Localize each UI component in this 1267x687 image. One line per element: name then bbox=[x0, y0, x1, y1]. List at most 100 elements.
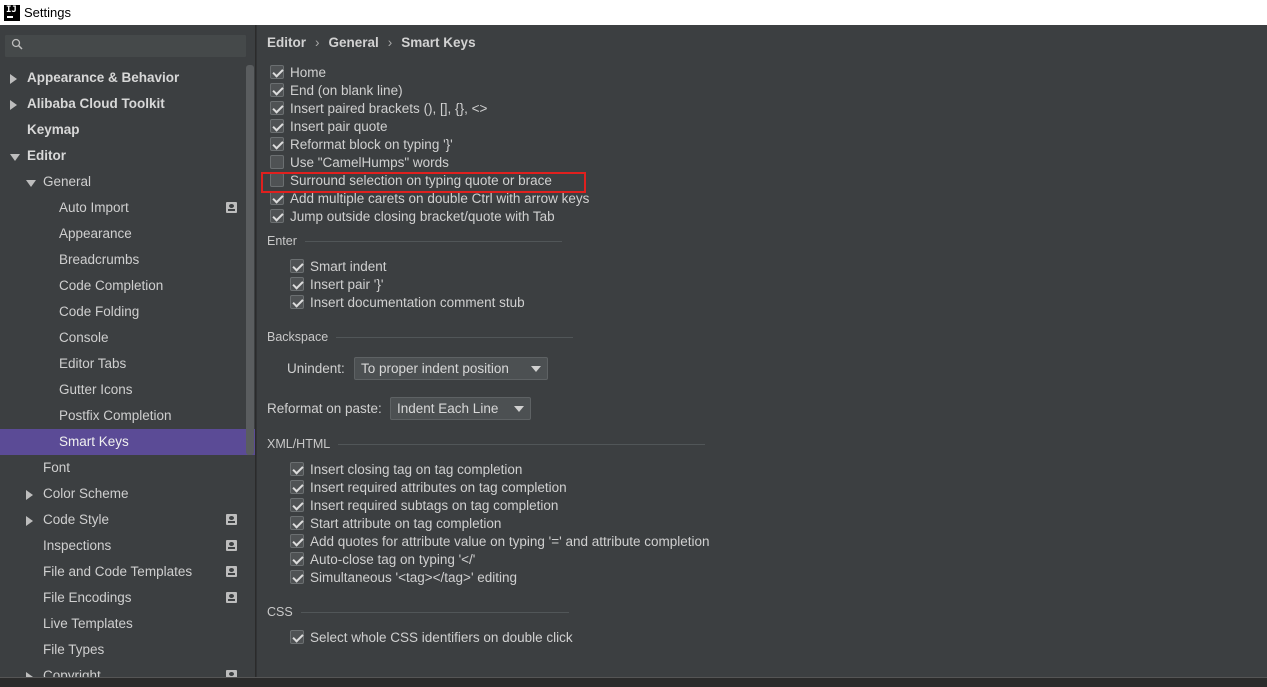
smart-keys-panel: Editor › General › Smart Keys Home End (on bl… bbox=[257, 25, 1267, 677]
sidebar-item-label: Console bbox=[59, 330, 109, 345]
checkbox[interactable] bbox=[290, 462, 304, 477]
checkbox[interactable] bbox=[290, 516, 304, 531]
unindent-combobox[interactable]: To proper indent position bbox=[354, 357, 548, 380]
checkbox[interactable] bbox=[290, 295, 304, 310]
option-jump-outside-closing-bracket-quote-with-tab[interactable]: Jump outside closing bracket/quote with … bbox=[270, 208, 555, 226]
option-auto-close-tag-on-typing[interactable]: Auto-close tag on typing '</' bbox=[290, 551, 475, 569]
option-label: Home bbox=[290, 65, 327, 80]
project-settings-icon bbox=[226, 514, 237, 525]
option-label: Auto-close tag on typing '</' bbox=[310, 552, 476, 567]
project-settings-icon bbox=[226, 540, 237, 551]
checkbox[interactable] bbox=[270, 137, 284, 152]
sidebar-item-code-completion[interactable]: Code Completion bbox=[0, 273, 255, 299]
option-select-whole-css-identifiers-on-double-click[interactable]: Select whole CSS identifiers on double c… bbox=[290, 629, 573, 647]
expand-right-icon[interactable] bbox=[26, 516, 33, 526]
option-label: Select whole CSS identifiers on double c… bbox=[310, 630, 573, 645]
sidebar-item-label: Keymap bbox=[27, 122, 80, 137]
sidebar-item-code-style[interactable]: Code Style bbox=[0, 507, 255, 533]
checkbox[interactable] bbox=[290, 570, 304, 585]
checkbox[interactable] bbox=[270, 65, 284, 80]
backspace-section-title: Backspace bbox=[267, 330, 329, 344]
sidebar-item-file-types[interactable]: File Types bbox=[0, 637, 255, 663]
option-insert-closing-tag-on-tag-completion[interactable]: Insert closing tag on tag completion bbox=[290, 461, 522, 479]
option-label: Insert pair '}' bbox=[310, 277, 384, 292]
option-insert-documentation-comment-stub[interactable]: Insert documentation comment stub bbox=[290, 294, 525, 312]
search-input[interactable] bbox=[4, 34, 247, 58]
sidebar-item-auto-import[interactable]: Auto Import bbox=[0, 195, 255, 221]
reformat-on-paste-combobox[interactable]: Indent Each Line bbox=[390, 397, 531, 420]
checkbox[interactable] bbox=[290, 498, 304, 513]
checkbox[interactable] bbox=[290, 534, 304, 549]
option-label: Use "CamelHumps" words bbox=[290, 155, 449, 170]
option-start-attribute-on-tag-completion[interactable]: Start attribute on tag completion bbox=[290, 515, 501, 533]
option-insert-pair[interactable]: Insert pair '}' bbox=[290, 276, 383, 294]
checkbox[interactable] bbox=[290, 630, 304, 645]
sidebar-item-console[interactable]: Console bbox=[0, 325, 255, 351]
option-label: Insert closing tag on tag completion bbox=[310, 462, 523, 477]
project-settings-icon bbox=[226, 566, 237, 577]
option-simultaneous-tag-tag-editing[interactable]: Simultaneous '<tag></tag>' editing bbox=[290, 569, 517, 587]
expand-down-icon[interactable] bbox=[26, 180, 36, 187]
sidebar-item-label: Color Scheme bbox=[43, 486, 129, 501]
expand-right-icon[interactable] bbox=[26, 490, 33, 500]
checkbox[interactable] bbox=[290, 277, 304, 292]
sidebar-item-file-and-code-templates[interactable]: File and Code Templates bbox=[0, 559, 255, 585]
checkbox[interactable] bbox=[270, 83, 284, 98]
checkbox[interactable] bbox=[270, 101, 284, 116]
option-label: Insert pair quote bbox=[290, 119, 388, 134]
sidebar-item-smart-keys[interactable]: Smart Keys bbox=[0, 429, 255, 455]
checkbox[interactable] bbox=[290, 552, 304, 567]
breadcrumb-editor: Editor bbox=[267, 35, 306, 50]
sidebar-item-breadcrumbs[interactable]: Breadcrumbs bbox=[0, 247, 255, 273]
expand-down-icon[interactable] bbox=[10, 154, 20, 161]
sidebar-scrollbar[interactable] bbox=[246, 65, 254, 455]
sidebar-item-inspections[interactable]: Inspections bbox=[0, 533, 255, 559]
search-icon bbox=[11, 38, 23, 50]
checkbox[interactable] bbox=[290, 259, 304, 274]
option-end-on-blank-line[interactable]: End (on blank line) bbox=[270, 82, 403, 100]
checkbox[interactable] bbox=[270, 209, 284, 224]
sidebar-item-label: Code Completion bbox=[59, 278, 164, 293]
sidebar-item-editor-tabs[interactable]: Editor Tabs bbox=[0, 351, 255, 377]
sidebar-item-editor[interactable]: Editor bbox=[0, 143, 255, 169]
sidebar-item-appearance[interactable]: Appearance bbox=[0, 221, 255, 247]
option-add-quotes-for-attribute-value-on-typing-and-attribute-completion[interactable]: Add quotes for attribute value on typing… bbox=[290, 533, 710, 551]
checkbox[interactable] bbox=[270, 155, 284, 170]
checkbox[interactable] bbox=[270, 119, 284, 134]
sidebar-item-file-encodings[interactable]: File Encodings bbox=[0, 585, 255, 611]
option-use-camelhumps-words[interactable]: Use "CamelHumps" words bbox=[270, 154, 449, 172]
sidebar-item-alibaba-cloud-toolkit[interactable]: Alibaba Cloud Toolkit bbox=[0, 91, 255, 117]
option-insert-required-subtags-on-tag-completion[interactable]: Insert required subtags on tag completio… bbox=[290, 497, 558, 515]
xml-html-section-header: XML/HTML bbox=[267, 437, 706, 451]
option-insert-paired-brackets[interactable]: Insert paired brackets (), [], {}, <> bbox=[270, 100, 487, 118]
xml-html-section-title: XML/HTML bbox=[267, 437, 331, 451]
sidebar-item-label: Editor Tabs bbox=[59, 356, 127, 371]
sidebar-item-code-folding[interactable]: Code Folding bbox=[0, 299, 255, 325]
sidebar-item-color-scheme[interactable]: Color Scheme bbox=[0, 481, 255, 507]
sidebar-item-postfix-completion[interactable]: Postfix Completion bbox=[0, 403, 255, 429]
option-reformat-block-on-typing[interactable]: Reformat block on typing '}' bbox=[270, 136, 453, 154]
expand-right-icon[interactable] bbox=[10, 74, 17, 84]
option-insert-pair-quote[interactable]: Insert pair quote bbox=[270, 118, 388, 136]
sidebar-item-keymap[interactable]: Keymap bbox=[0, 117, 255, 143]
settings-tree: Appearance & Behavior Alibaba Cloud Toolk… bbox=[0, 65, 255, 677]
option-home[interactable]: Home bbox=[270, 64, 326, 82]
option-insert-required-attributes-on-tag-completion[interactable]: Insert required attributes on tag comple… bbox=[290, 479, 567, 497]
option-label: Insert documentation comment stub bbox=[310, 295, 525, 310]
highlight-box bbox=[261, 172, 586, 193]
sidebar-item-gutter-icons[interactable]: Gutter Icons bbox=[0, 377, 255, 403]
sidebar-item-live-templates[interactable]: Live Templates bbox=[0, 611, 255, 637]
css-section-title: CSS bbox=[267, 605, 293, 619]
breadcrumb-separator: › bbox=[387, 35, 393, 50]
checkbox[interactable] bbox=[290, 480, 304, 495]
intellij-icon: IJ bbox=[4, 4, 20, 21]
sidebar-item-appearance-behavior[interactable]: Appearance & Behavior bbox=[0, 65, 255, 91]
sidebar-item-font[interactable]: Font bbox=[0, 455, 255, 481]
sidebar-item-copyright[interactable]: Copyright bbox=[0, 663, 255, 677]
checkbox[interactable] bbox=[270, 191, 284, 206]
sidebar-item-general[interactable]: General bbox=[0, 169, 255, 195]
option-smart-indent[interactable]: Smart indent bbox=[290, 258, 387, 276]
sidebar-item-label: Live Templates bbox=[43, 616, 133, 631]
option-label: Add multiple carets on double Ctrl with … bbox=[290, 191, 590, 206]
expand-right-icon[interactable] bbox=[10, 100, 17, 110]
